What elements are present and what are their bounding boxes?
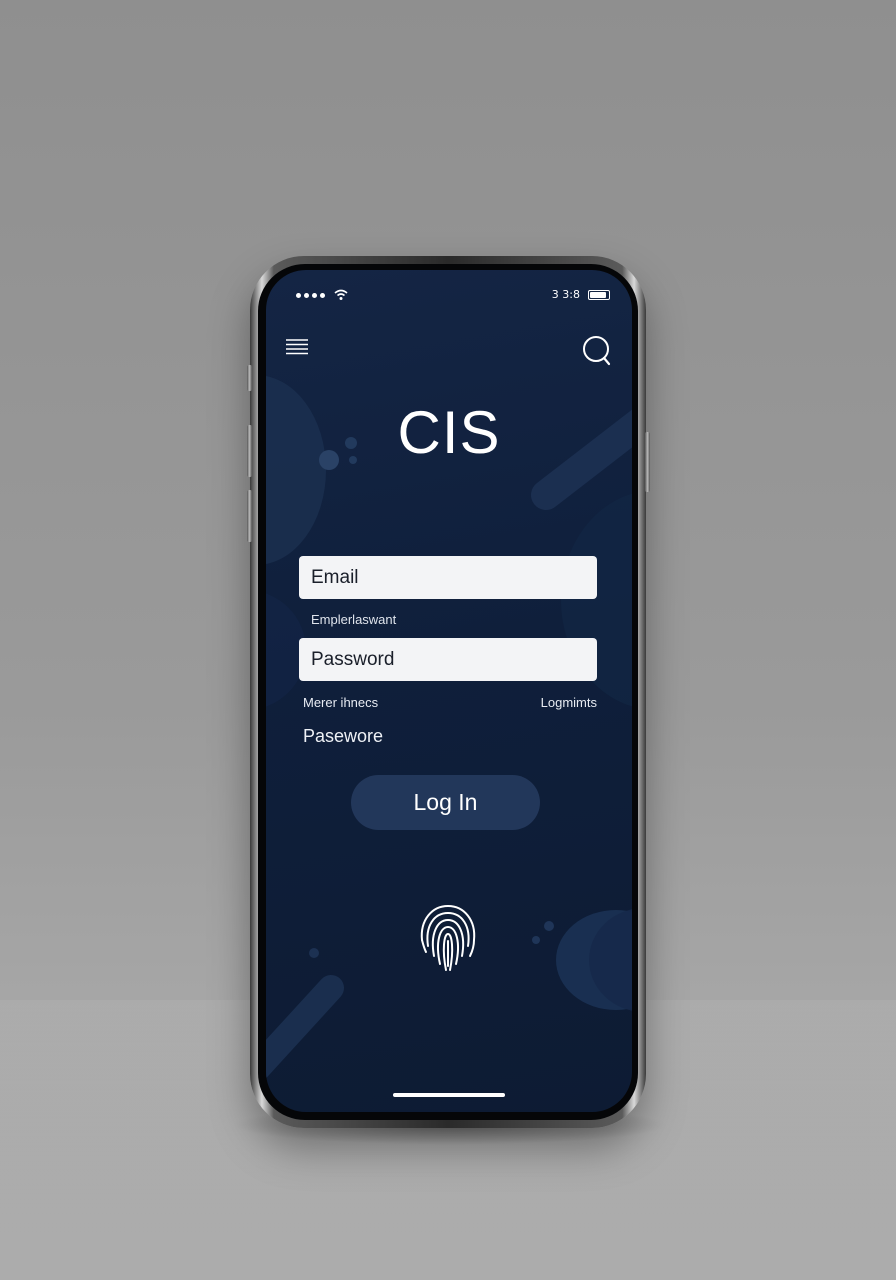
password-field[interactable]: Password	[299, 638, 597, 681]
phone-screen: 3 3:8 CIS Email Emplerlaswant Password M…	[266, 270, 632, 1112]
wifi-icon	[334, 289, 348, 300]
remember-me-link[interactable]: Merer ihnecs	[303, 695, 378, 710]
password-placeholder: Password	[311, 648, 395, 670]
email-placeholder: Email	[311, 566, 359, 588]
background-decoration	[266, 376, 632, 1079]
login-button[interactable]: Log In	[351, 775, 540, 830]
mute-switch	[247, 365, 252, 391]
hamburger-menu-icon[interactable]	[286, 338, 308, 356]
password-label: Paseworе	[303, 726, 384, 746]
volume-down-button	[247, 490, 252, 542]
volume-up-button	[247, 425, 252, 477]
home-indicator[interactable]	[393, 1093, 505, 1097]
battery-icon	[588, 289, 610, 300]
status-bar: 3 3:8	[266, 270, 632, 320]
search-icon[interactable]	[582, 334, 612, 366]
login-button-label: Log In	[413, 789, 478, 815]
login-limits-link[interactable]: Logmimts	[541, 695, 597, 710]
status-time: 3 3:8	[551, 288, 580, 301]
email-field[interactable]: Email	[299, 556, 597, 599]
fingerprint-icon[interactable]	[416, 900, 480, 974]
cellular-signal-icon	[296, 293, 325, 298]
power-button	[645, 432, 650, 492]
email-helper-text: Emplerlaswant	[311, 612, 397, 627]
status-right-group: 3 3:8	[552, 288, 610, 301]
brand-title: CIS	[397, 399, 501, 466]
